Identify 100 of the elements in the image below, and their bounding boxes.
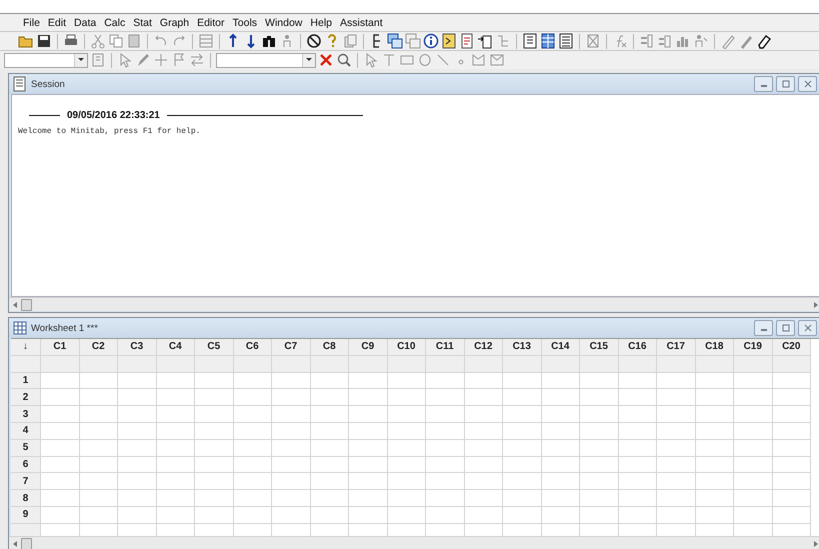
table-cell[interactable] (696, 389, 734, 406)
restore-button[interactable] (776, 320, 795, 336)
table-cell[interactable] (464, 389, 503, 406)
table-cell[interactable] (234, 389, 272, 406)
table-cell[interactable] (657, 406, 696, 423)
table-cell[interactable] (772, 490, 811, 507)
table-cell[interactable] (156, 422, 195, 440)
table-cell[interactable] (580, 506, 618, 524)
menu-item[interactable]: Graph (156, 16, 194, 28)
column-name-cell[interactable] (80, 356, 118, 373)
table-cell[interactable] (426, 456, 464, 474)
table-cell[interactable] (503, 422, 542, 440)
table-cell[interactable] (734, 406, 772, 423)
copy-icon[interactable] (108, 33, 124, 49)
column-header[interactable]: C11 (426, 339, 464, 356)
scroll-thumb[interactable] (21, 538, 32, 549)
table-cell[interactable] (734, 490, 772, 507)
table-cell[interactable] (734, 422, 772, 440)
table-cell[interactable] (580, 372, 618, 390)
table-cell[interactable] (310, 456, 349, 474)
bars-icon[interactable] (657, 33, 673, 49)
table-cell[interactable] (310, 422, 349, 440)
table-cell[interactable] (657, 473, 696, 490)
table-cell[interactable] (349, 422, 388, 440)
table-cell[interactable] (388, 422, 426, 440)
table-cell[interactable] (464, 456, 503, 474)
table-cell[interactable] (41, 422, 80, 440)
panel-icon[interactable] (522, 33, 538, 49)
table-cell[interactable] (426, 473, 464, 490)
table-cell[interactable] (542, 440, 580, 457)
table-cell[interactable] (310, 440, 349, 457)
delete-icon[interactable] (318, 52, 334, 68)
table-cell[interactable] (772, 406, 811, 423)
table-cell[interactable] (41, 490, 80, 507)
minimize-button[interactable] (754, 320, 773, 336)
table-cell[interactable] (464, 506, 503, 524)
table-cell[interactable] (310, 406, 349, 423)
table-cell[interactable] (618, 422, 657, 440)
table-cell[interactable] (618, 456, 657, 474)
table-cell[interactable] (503, 473, 542, 490)
table-cell[interactable] (310, 473, 349, 490)
column-name-cell[interactable] (657, 356, 696, 373)
table-cell[interactable] (234, 406, 272, 423)
sheet-icon[interactable] (90, 52, 106, 68)
column-name-cell[interactable] (580, 356, 618, 373)
menu-item[interactable]: Stat (129, 16, 156, 28)
table-cell[interactable] (772, 506, 811, 524)
info-icon[interactable] (423, 33, 439, 49)
table-cell[interactable] (464, 422, 503, 440)
table-cell[interactable] (349, 406, 388, 423)
table-cell[interactable] (618, 389, 657, 406)
table-cell[interactable] (772, 440, 811, 457)
table-cell[interactable] (310, 372, 349, 390)
table-cell[interactable] (234, 422, 272, 440)
table-cell[interactable] (696, 473, 734, 490)
close-button[interactable] (798, 76, 817, 92)
table-cell[interactable] (272, 473, 310, 490)
table-cell[interactable] (657, 490, 696, 507)
restore-button[interactable] (776, 76, 795, 92)
row-header[interactable]: 3 (11, 406, 41, 423)
table-cell[interactable] (696, 490, 734, 507)
table-cell[interactable] (657, 372, 696, 390)
table-cell[interactable] (349, 389, 388, 406)
table-cell[interactable] (426, 389, 464, 406)
crosshair-icon[interactable] (153, 52, 169, 68)
binoculars-icon[interactable] (261, 33, 277, 49)
table-cell[interactable] (734, 372, 772, 390)
table-cell[interactable] (80, 389, 118, 406)
table-cell[interactable] (580, 473, 618, 490)
column-name-cell[interactable] (272, 356, 310, 373)
table-cell[interactable] (272, 506, 310, 524)
table-cell[interactable] (272, 456, 310, 474)
table-cell[interactable] (542, 456, 580, 474)
table-cell[interactable] (195, 440, 234, 457)
table-cell[interactable] (195, 473, 234, 490)
column-name-cell[interactable] (195, 356, 234, 373)
table-cell[interactable] (195, 490, 234, 507)
row-header[interactable]: 1 (11, 372, 41, 390)
table-cell[interactable] (310, 506, 349, 524)
column-name-cell[interactable] (234, 356, 272, 373)
row-header[interactable]: 4 (11, 422, 41, 440)
column-header[interactable]: C20 (772, 339, 811, 356)
prompt-icon[interactable] (441, 33, 457, 49)
table-cell[interactable] (426, 372, 464, 390)
table-cell[interactable] (734, 506, 772, 524)
table-cell[interactable] (195, 422, 234, 440)
prohibited-icon[interactable] (306, 33, 322, 49)
column-name-cell[interactable] (503, 356, 542, 373)
table-cell[interactable] (41, 372, 80, 390)
table-cell[interactable] (349, 490, 388, 507)
table-cell[interactable] (118, 406, 156, 423)
table-cell[interactable] (156, 490, 195, 507)
table-cell[interactable] (118, 422, 156, 440)
row-header[interactable]: 2 (11, 389, 41, 406)
scissors-icon[interactable] (90, 33, 106, 49)
figure-icon[interactable] (693, 33, 709, 49)
table-cell[interactable] (234, 490, 272, 507)
table-cell[interactable] (426, 506, 464, 524)
table-cell[interactable] (41, 440, 80, 457)
column-header[interactable]: C15 (580, 339, 618, 356)
